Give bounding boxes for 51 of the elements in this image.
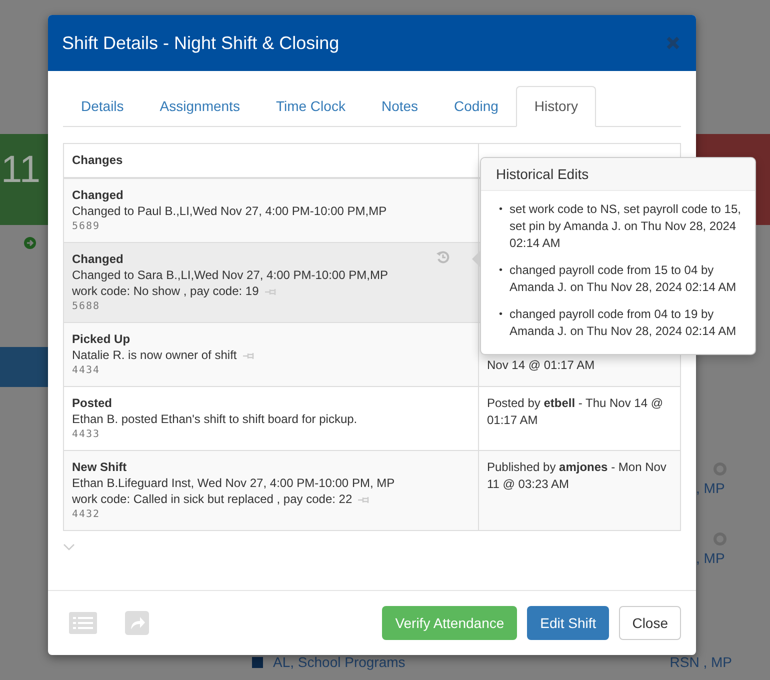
code-link[interactable]: , MP <box>696 550 725 566</box>
bullet: • <box>499 264 503 278</box>
change-text: work code: Called in sick but replaced , pay code: 22 <box>72 492 352 506</box>
tab[interactable]: History <box>516 86 596 127</box>
change-text: work code: No show , pay code: 19 <box>72 284 259 298</box>
change-type: Changed <box>72 187 124 203</box>
change-text: Changed to Sara B.,LI,Wed Nov 27, 4:00 PM-10:00 PM,MP <box>72 268 388 282</box>
column-header: Changes <box>72 153 123 167</box>
change-type: New Shift <box>72 459 127 475</box>
change-type: Changed <box>72 251 124 267</box>
program-codes-link[interactable]: RSN , MP <box>670 654 732 670</box>
change-number: 5688 <box>72 300 102 314</box>
program-color-icon <box>252 656 263 668</box>
tab[interactable]: Details <box>63 86 142 127</box>
chevron-down-icon[interactable] <box>63 543 75 551</box>
bullet: • <box>499 308 503 322</box>
change-number: 5689 <box>72 220 102 234</box>
change-number: 4433 <box>72 428 102 442</box>
change-number: 4434 <box>72 364 102 378</box>
history-icon[interactable] <box>436 250 450 264</box>
timestamp-text: Nov 14 @ 01:17 AM <box>487 357 596 374</box>
close-icon[interactable] <box>665 35 681 51</box>
dialog-title: Shift Details - Night Shift & Closing <box>62 32 340 54</box>
change-text: Ethan B. posted Ethan's shift to shift board for pickup. <box>72 412 358 426</box>
bullet: • <box>499 203 503 217</box>
change-text: Ethan B.Lifeguard Inst, Wed Nov 27, 4:00 PM-10:00 PM, MP <box>72 476 395 490</box>
timestamp-text: Posted by etbell - Thu Nov 14 @ 01:17 AM <box>487 395 664 429</box>
close-button[interactable]: Close <box>619 606 681 640</box>
edit-entry: changed payroll code from 04 to 19 by Amanda J. on Thu Nov 28, 2024 02:14 AM <box>510 306 738 340</box>
arrow-circle-icon <box>24 237 36 249</box>
tab[interactable]: Assignments <box>142 86 258 127</box>
program-link[interactable]: AL, School Programs <box>273 654 406 670</box>
change-type: Picked Up <box>72 331 130 347</box>
list-icon[interactable] <box>69 612 97 634</box>
count-text: 11 <box>1 148 40 192</box>
tab[interactable]: Notes <box>363 86 436 127</box>
edit-button[interactable]: Edit Shift <box>527 606 610 640</box>
section-bar <box>0 347 48 387</box>
change-text: Natalie R. is now owner of shift <box>72 348 237 362</box>
change-type: Posted <box>72 395 112 411</box>
timestamp-text: Published by amjones - Mon Nov 11 @ 03:23 AM <box>487 459 668 493</box>
share-icon[interactable] <box>125 611 149 635</box>
edit-entry: set work code to NS, set payroll code to 15, set pin by Amanda J. on Thu Nov 28, 2024 02:14 AM <box>510 201 741 252</box>
verify-button[interactable]: Verify Attendance <box>382 606 518 640</box>
tab[interactable]: Time Clock <box>258 86 364 127</box>
change-text: Changed to Paul B.,LI,Wed Nov 27, 4:00 PM-10:00 PM,MP <box>72 204 387 218</box>
change-number: 4432 <box>72 508 102 522</box>
code-link[interactable]: , MP <box>696 480 725 496</box>
popover-title: Historical Edits <box>481 158 755 191</box>
tab[interactable]: Coding <box>436 86 516 127</box>
edit-entry: changed payroll code from 15 to 04 by Amanda J. on Thu Nov 28, 2024 02:14 AM <box>510 262 738 296</box>
